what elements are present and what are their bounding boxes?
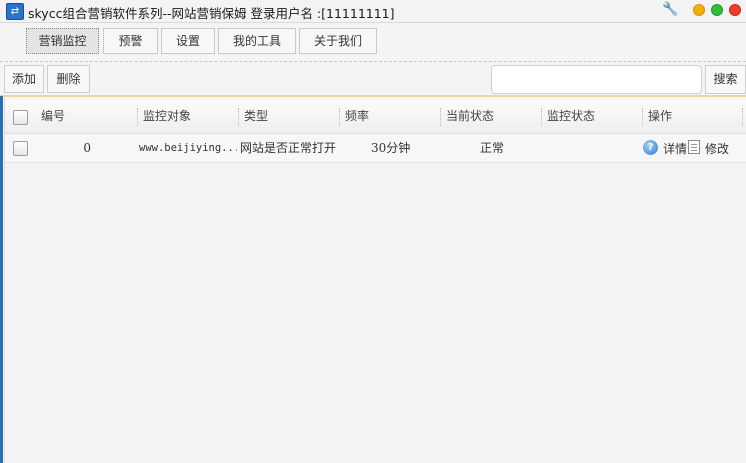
cell-id: 0	[83, 141, 91, 155]
column-header-monitor-status[interactable]: 监控状态	[547, 100, 595, 133]
column-header-actions: 操作	[648, 109, 673, 123]
cell-type: 网站是否正常打开	[240, 141, 337, 155]
toolbar: 添加 删除 搜索	[0, 62, 746, 96]
cell-monitor-status	[547, 135, 637, 162]
tab-about-us[interactable]: 关于我们	[299, 28, 377, 54]
tab-my-tools[interactable]: 我的工具	[218, 28, 296, 54]
minimize-icon[interactable]	[693, 4, 705, 16]
window-title: skycc组合营销软件系列--网站营销保姆 登录用户名 :[11111111]	[28, 6, 395, 21]
toolbar-divider	[0, 95, 746, 97]
cell-frequency: 30分钟	[371, 141, 411, 155]
title-bar: ⇄ skycc组合营销软件系列--网站营销保姆 登录用户名 :[11111111…	[0, 0, 746, 23]
maximize-icon[interactable]	[711, 4, 723, 16]
column-header-current-status[interactable]: 当前状态	[446, 100, 494, 133]
edit-icon[interactable]	[688, 140, 700, 154]
search-button[interactable]: 搜索	[705, 65, 746, 94]
table-row[interactable]: 0 www.beijiying... 网站是否正常打开 30分钟 正常 ? 详情…	[5, 135, 746, 163]
column-divider	[238, 108, 239, 126]
wrench-icon[interactable]: 🔧	[662, 2, 678, 18]
table-header: 编号 监控对象 类型 频率 当前状态 监控状态 操作	[5, 100, 746, 134]
column-header-type[interactable]: 类型	[244, 100, 268, 133]
column-divider	[642, 108, 643, 126]
select-all-checkbox[interactable]	[13, 110, 28, 125]
column-header-id[interactable]: 编号	[41, 100, 65, 133]
tab-bar: 营销监控 预警 设置 我的工具 关于我们	[0, 23, 746, 62]
column-divider	[541, 108, 542, 126]
column-header-frequency[interactable]: 频率	[345, 100, 369, 133]
column-divider	[742, 108, 743, 126]
detail-link[interactable]: 详情	[663, 140, 687, 158]
column-divider	[440, 108, 441, 126]
column-divider	[137, 108, 138, 126]
add-button[interactable]: 添加	[4, 65, 44, 93]
row-checkbox[interactable]	[13, 141, 28, 156]
tab-settings[interactable]: 设置	[161, 28, 215, 54]
tab-alert[interactable]: 预警	[103, 28, 158, 54]
edit-link[interactable]: 修改	[705, 140, 729, 158]
column-divider	[339, 108, 340, 126]
tab-marketing-monitor[interactable]: 营销监控	[26, 28, 99, 54]
window-edge	[0, 96, 3, 463]
close-icon[interactable]	[729, 4, 741, 16]
app-logo-icon: ⇄	[6, 3, 24, 20]
cell-current-status: 正常	[480, 141, 505, 155]
column-header-target[interactable]: 监控对象	[143, 100, 191, 133]
detail-icon[interactable]: ?	[643, 140, 658, 155]
monitor-table: 编号 监控对象 类型 频率 当前状态 监控状态 操作 0 www.beijiyi…	[4, 98, 746, 463]
search-input[interactable]	[491, 65, 702, 94]
delete-button[interactable]: 删除	[47, 65, 90, 93]
cell-target: www.beijiying...	[139, 142, 237, 154]
